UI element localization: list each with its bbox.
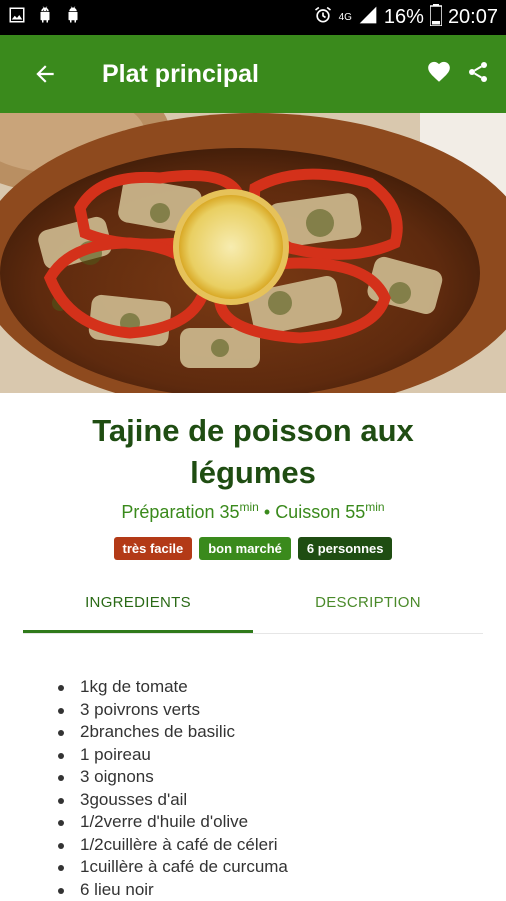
alarm-icon [313, 5, 333, 31]
ingredients-list: 1kg de tomate 3 poivrons verts 2branches… [56, 676, 486, 901]
time-separator: • [264, 502, 270, 522]
image-icon [8, 6, 26, 29]
list-item: 1cuillère à café de curcuma [56, 856, 486, 879]
list-item: 3gousses d'ail [56, 789, 486, 812]
list-item: 1kg de tomate [56, 676, 486, 699]
difficulty-badge: très facile [114, 537, 193, 560]
android-icon [64, 6, 82, 29]
status-bar: 4G 16% 20:07 [0, 0, 506, 35]
list-item: 6 lieu noir [56, 879, 486, 901]
signal-icon [358, 5, 378, 31]
app-bar: Plat principal [0, 35, 506, 113]
heart-icon [426, 59, 452, 85]
clock: 20:07 [448, 6, 498, 29]
tab-description[interactable]: DESCRIPTION [253, 588, 483, 633]
list-item: 1 poireau [56, 744, 486, 767]
back-button[interactable] [0, 35, 90, 113]
favorite-button[interactable] [426, 59, 452, 90]
network-type: 4G [339, 13, 352, 23]
recipe-photo [0, 113, 506, 393]
cook-time: Cuisson 55 [275, 502, 365, 522]
share-button[interactable] [466, 60, 490, 89]
tab-bar: INGREDIENTS DESCRIPTION [23, 588, 483, 634]
list-item: 1/2cuillère à café de céleri [56, 834, 486, 857]
list-item: 3 poivrons verts [56, 699, 486, 722]
cook-unit: min [365, 500, 384, 514]
list-item: 3 oignons [56, 766, 486, 789]
prep-time: Préparation 35 [121, 502, 239, 522]
battery-level: 16% [384, 6, 424, 29]
share-icon [466, 60, 490, 84]
list-item: 2branches de basilic [56, 721, 486, 744]
android-icon [36, 6, 54, 29]
page-title: Plat principal [102, 60, 259, 89]
battery-icon [430, 4, 442, 32]
prep-unit: min [240, 500, 259, 514]
list-item: 1/2verre d'huile d'olive [56, 811, 486, 834]
tab-ingredients[interactable]: INGREDIENTS [23, 588, 253, 633]
cost-badge: bon marché [199, 537, 291, 560]
recipe-times: Préparation 35min • Cuisson 55min [0, 500, 506, 523]
back-arrow-icon [32, 61, 58, 87]
badges: très facile bon marché 6 personnes [0, 537, 506, 560]
recipe-title: Tajine de poisson aux légumes [0, 410, 506, 494]
servings-badge: 6 personnes [298, 537, 393, 560]
